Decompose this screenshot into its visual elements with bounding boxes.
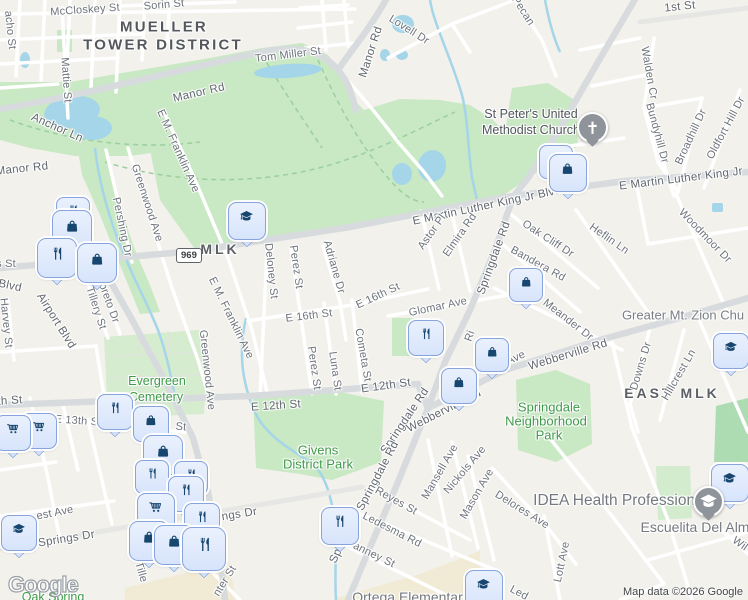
school-marker[interactable]: [465, 570, 503, 600]
shopping-bag-icon: [448, 375, 470, 397]
restaurant-icon: [191, 536, 218, 563]
map-attribution: Map data ©2026 Google: [622, 586, 743, 598]
map-base-layer: [0, 0, 748, 600]
school-icon: [8, 522, 30, 544]
shopping-bag-icon: [85, 251, 109, 275]
restaurant-icon: [415, 327, 437, 349]
school-marker[interactable]: [1, 515, 37, 559]
grocery-cart-marker[interactable]: [0, 415, 31, 459]
restaurant-marker[interactable]: [182, 527, 226, 579]
school-icon: [720, 340, 742, 362]
restaurant-marker[interactable]: [135, 460, 169, 502]
shopping-bag-marker[interactable]: [441, 368, 477, 412]
shopping-bag-icon: [516, 275, 536, 295]
restaurant-marker[interactable]: [408, 320, 444, 364]
school-icon: [472, 577, 495, 600]
restaurant-marker[interactable]: [321, 507, 359, 553]
grocery-cart-icon: [28, 420, 50, 442]
grocery-cart-icon: [2, 422, 24, 444]
restaurant-marker[interactable]: [97, 394, 133, 438]
shopping-bag-icon: [140, 413, 162, 435]
school-marker[interactable]: [228, 202, 266, 248]
restaurant-icon: [328, 514, 351, 537]
restaurant-marker[interactable]: [37, 238, 77, 286]
restaurant-icon: [175, 483, 197, 505]
shopping-bag-icon: [482, 345, 502, 365]
shopping-bag-marker[interactable]: [549, 154, 587, 200]
shopping-bag-marker[interactable]: [509, 268, 543, 310]
shopping-bag-marker[interactable]: [475, 338, 509, 380]
church-cross-pin[interactable]: [577, 112, 608, 147]
route-969-badge: 969: [176, 248, 202, 263]
school-poi-pin[interactable]: [693, 486, 724, 521]
restaurant-icon: [142, 467, 162, 487]
google-logo[interactable]: Google: [7, 571, 79, 598]
shopping-bag-marker[interactable]: [77, 243, 117, 291]
school-icon: [235, 209, 258, 232]
school-marker[interactable]: [713, 333, 748, 377]
restaurant-icon: [104, 401, 126, 423]
shopping-bag-icon: [556, 161, 579, 184]
map-canvas[interactable]: 969 McCloskey St Sorin St acho St Mattie St…: [0, 0, 748, 600]
restaurant-icon: [45, 246, 69, 270]
